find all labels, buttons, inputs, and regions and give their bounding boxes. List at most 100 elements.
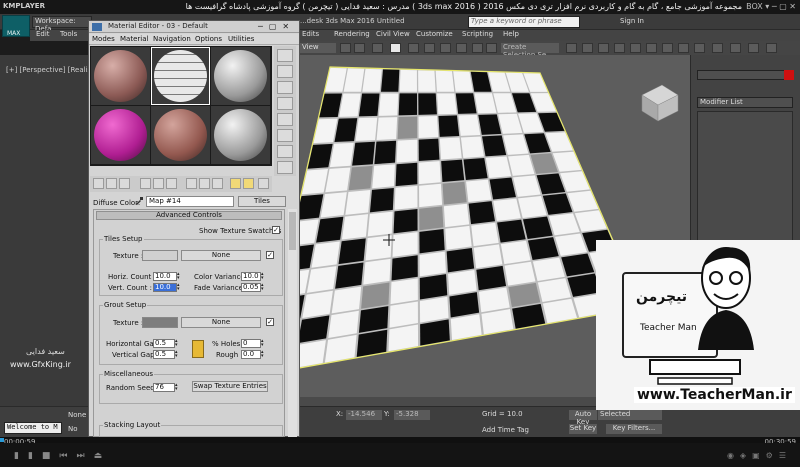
vertical-gap-arrows[interactable]: ▴ ▾ (175, 350, 180, 359)
color-variance-arrows[interactable]: ▴ ▾ (261, 272, 266, 281)
grout-texture-map-button[interactable]: None (181, 317, 261, 328)
toolbar-button[interactable] (440, 43, 451, 53)
selection-set-dropdown[interactable]: Create Selection Se (501, 43, 559, 59)
get-material-button[interactable] (93, 178, 104, 189)
modifier-stack[interactable] (697, 111, 793, 251)
map-name-field[interactable]: Map #14 (146, 196, 234, 207)
show-end-result-button[interactable] (212, 178, 223, 189)
fade-variance-spinner[interactable]: 0.05 (241, 283, 261, 292)
preview-button[interactable] (277, 129, 293, 142)
toolbar-button[interactable] (630, 43, 641, 53)
sample-slot[interactable] (211, 47, 270, 105)
tiles-texture-checkbox[interactable]: ✓ (266, 251, 274, 259)
toolbar-button[interactable] (354, 43, 365, 53)
me-menu-options[interactable]: Options (195, 35, 222, 43)
holes-arrows[interactable]: ▴ ▾ (261, 339, 266, 348)
toolbar-button[interactable] (340, 43, 351, 53)
show-swatches-checkbox[interactable]: ✓ (272, 226, 280, 234)
go-forward-sibling-button[interactable] (243, 178, 254, 189)
random-seed-spinner[interactable]: 76 (153, 383, 175, 392)
toolbar-button[interactable] (694, 43, 705, 53)
menu-tools[interactable]: Tools (60, 30, 77, 38)
background-button[interactable] (277, 81, 293, 94)
render-frame-button[interactable] (748, 43, 759, 53)
make-unique-button[interactable] (153, 178, 164, 189)
menu-help[interactable]: Help (503, 30, 519, 38)
select-by-material-button[interactable] (277, 161, 293, 174)
horizontal-gap-arrows[interactable]: ▴ ▾ (175, 339, 180, 348)
menu-edits[interactable]: Edits (302, 30, 319, 38)
toolbar-button[interactable] (662, 43, 673, 53)
vert-count-arrows[interactable]: ▴ ▾ (177, 283, 182, 292)
toolbar-button[interactable] (486, 43, 497, 53)
view-cube[interactable] (641, 84, 679, 122)
sample-type-button[interactable] (277, 49, 293, 62)
object-color-swatch[interactable] (784, 70, 794, 80)
maxscript-listener[interactable]: Welcome to M (4, 422, 62, 434)
tiles-texture-swatch[interactable] (142, 250, 178, 261)
rough-arrows[interactable]: ▴ ▾ (261, 350, 266, 359)
holes-spinner[interactable]: 0 (241, 339, 261, 348)
me-menu-modes[interactable]: Modes (92, 35, 115, 43)
vert-count-spinner[interactable]: 10.0 (153, 283, 177, 292)
snap-toggle-button[interactable] (424, 43, 435, 53)
eyedropper-icon[interactable] (134, 196, 144, 206)
options-button[interactable] (277, 145, 293, 158)
menu-scripting[interactable]: Scripting (462, 30, 493, 38)
search-input[interactable]: Type a keyword or phrase (468, 16, 580, 28)
reset-map-button[interactable] (140, 178, 151, 189)
me-menu-navigation[interactable]: Navigation (153, 35, 191, 43)
set-key-button[interactable]: Set Key (569, 424, 597, 434)
max-app-button[interactable]: MAX (2, 15, 30, 37)
lock-gap-button[interactable] (192, 340, 204, 358)
reference-coord-dropdown[interactable]: View (300, 43, 336, 53)
material-editor-window-controls[interactable]: ─▢✕ (258, 22, 295, 31)
toolbar-button[interactable] (372, 43, 383, 53)
left-viewport[interactable] (0, 55, 90, 412)
me-menu-utilities[interactable]: Utilities (228, 35, 254, 43)
toolbar-button[interactable] (646, 43, 657, 53)
key-filters-button[interactable]: Key Filters... (606, 424, 662, 434)
toolbar-button[interactable] (678, 43, 689, 53)
backlight-button[interactable] (277, 65, 293, 78)
fade-variance-arrows[interactable]: ▴ ▾ (261, 283, 266, 292)
video-check-button[interactable] (277, 113, 293, 126)
assign-material-button[interactable] (119, 178, 130, 189)
render-setup-button[interactable] (712, 43, 723, 53)
sample-slot[interactable] (91, 47, 150, 105)
menu-rendering[interactable]: Rendering (334, 30, 370, 38)
teacherman-url[interactable]: www.TeacherMan.ir (634, 387, 795, 403)
random-seed-arrows[interactable]: ▴ ▾ (175, 383, 180, 392)
map-type-button[interactable]: Tiles (238, 196, 286, 207)
go-to-parent-button[interactable] (230, 178, 241, 189)
swap-texture-entries-button[interactable]: Swap Texture Entries (192, 381, 268, 392)
show-shaded-map-button[interactable] (199, 178, 210, 189)
render-button[interactable] (766, 43, 777, 53)
render-button[interactable] (730, 43, 741, 53)
x-coordinate-field[interactable]: -14.546 (346, 410, 382, 420)
add-time-tag-button[interactable]: Add Time Tag (482, 426, 529, 434)
horiz-count-spinner[interactable]: 10.0 (153, 272, 177, 281)
toolbar-button[interactable] (566, 43, 577, 53)
rough-spinner[interactable]: 0.0 (241, 350, 261, 359)
grout-texture-checkbox[interactable]: ✓ (266, 318, 274, 326)
modifier-list-dropdown[interactable]: Modifier List (697, 97, 793, 108)
toolbar-button[interactable] (614, 43, 625, 53)
rollout-scrollbar-thumb[interactable] (289, 212, 296, 250)
sample-slot[interactable] (151, 106, 210, 164)
menu-edit[interactable]: Edit (36, 30, 50, 38)
toolbar-button[interactable] (598, 43, 609, 53)
me-menu-material[interactable]: Material (120, 35, 148, 43)
sign-in-link[interactable]: Sign In (620, 17, 644, 25)
toolbar-button[interactable] (390, 43, 401, 53)
tiles-texture-map-button[interactable]: None (181, 250, 261, 261)
pick-material-button[interactable] (258, 178, 269, 189)
vertical-gap-spinner[interactable]: 0.5 (153, 350, 175, 359)
menu-civil-view[interactable]: Civil View (376, 30, 410, 38)
sample-slot[interactable] (211, 106, 270, 164)
viewport-label[interactable]: [+] [Perspective] [Realist (6, 66, 94, 74)
key-selection-dropdown[interactable]: Selected (598, 410, 662, 420)
put-material-button[interactable] (106, 178, 117, 189)
player-extra-controls[interactable]: ◉◈▣⚙☰ (727, 451, 792, 460)
playback-controls[interactable]: ▮▮■⏮⏭⏏ (14, 451, 111, 461)
